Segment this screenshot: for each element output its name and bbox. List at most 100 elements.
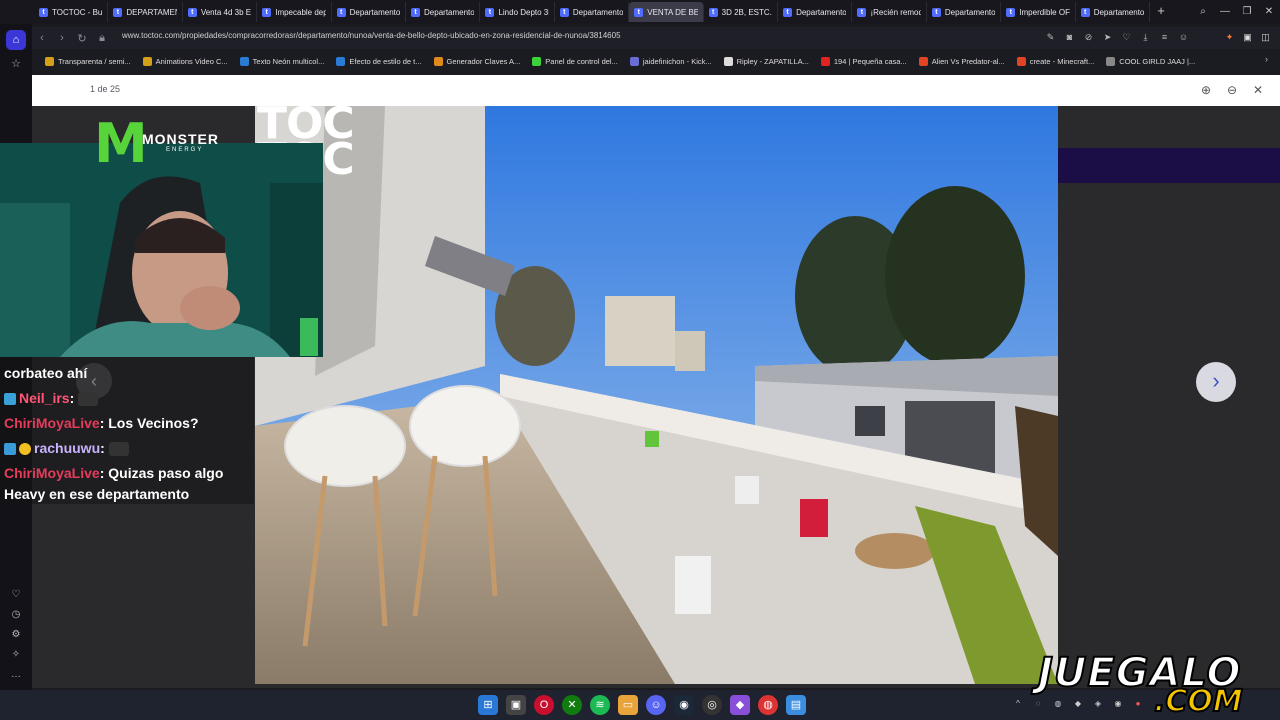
bookmark-heart-icon[interactable]: ♡	[1120, 31, 1133, 44]
steam-icon[interactable]: ◉	[674, 695, 694, 715]
header-strip	[1058, 148, 1280, 183]
chat-message: Heavy en ese departamento	[4, 486, 189, 502]
extensions: ✦ ▣ ◫	[1223, 31, 1272, 44]
url-field[interactable]: www.toctoc.com/propiedades/compracorredo…	[122, 31, 621, 40]
back-icon[interactable]: ‹	[32, 32, 52, 44]
history-icon[interactable]: ◷	[6, 606, 26, 624]
browser-tab[interactable]: t Departamento	[1076, 2, 1151, 22]
search-tabs-icon[interactable]: ⌕	[1192, 0, 1214, 24]
chat-message: Neil_irs:	[4, 390, 99, 407]
browser-tab[interactable]: t Departamento	[778, 2, 853, 22]
monster-energy-logo: M MONSTER ENERGY	[88, 115, 238, 175]
extension-box-icon[interactable]: ▣	[1241, 31, 1254, 44]
chat-message: ChiriMoyaLive: Los Vecinos?	[4, 415, 199, 431]
chat-message: ChiriMoyaLive: Quizas paso algo	[4, 465, 223, 481]
browser-tab[interactable]: tVenta 4d 3b Est	[183, 2, 258, 22]
file-explorer-icon[interactable]: ▭	[618, 695, 638, 715]
bookmark-item[interactable]: Alien Vs Predator-al...	[914, 56, 1010, 66]
browser-tab[interactable]: tDEPARTAMENTO	[108, 2, 183, 22]
minimize-icon[interactable]: —	[1214, 0, 1236, 24]
close-window-icon[interactable]: ✕	[1258, 0, 1280, 24]
camera-icon[interactable]: ◙	[1063, 31, 1076, 44]
browser-tab[interactable]: t TOCTOC - Busca	[34, 2, 109, 22]
tab-label: VENTA DE BELLO DEPTO	[647, 7, 697, 17]
browser-tab[interactable]: t¡Recién remode	[852, 2, 927, 22]
bookmark-label: Animations Video C...	[155, 56, 228, 66]
browser-tab[interactable]: t Departamento	[927, 2, 1002, 22]
browser-tab[interactable]: tVENTA DE BELLO DEPTO	[629, 2, 704, 22]
extension-puzzle-icon[interactable]: ◫	[1259, 31, 1272, 44]
tab-favicon-icon: t	[783, 7, 793, 17]
chat-text: :	[69, 390, 79, 406]
forward-icon[interactable]: ›	[52, 32, 72, 44]
tray-chevron-icon[interactable]: ^	[1012, 698, 1024, 710]
bookmark-item[interactable]: 194 | Pequeña casa...	[816, 56, 912, 66]
browser-tab[interactable]: t3D 2B, ESTC. BO	[704, 2, 779, 22]
browser-tab[interactable]: t Lindo Depto 3D	[480, 2, 555, 22]
next-photo-button[interactable]: ›	[1196, 362, 1236, 402]
tab-label: Departamento	[424, 7, 475, 17]
bookmark-favicon-icon	[918, 56, 928, 66]
bookmark-item[interactable]: Transparenta / semi...	[40, 56, 136, 66]
browser-tab[interactable]: t Departamento	[555, 2, 630, 22]
chat-text: Heavy en ese departamento	[4, 486, 190, 502]
bookmark-label: Generador Claves A...	[446, 56, 521, 66]
bookmark-item[interactable]: Panel de control del...	[527, 56, 623, 66]
tab-favicon-icon: t	[113, 7, 123, 17]
bookmark-item[interactable]: COOL GIRLD JAAJ |...	[1101, 56, 1200, 66]
menu-icon[interactable]: ≡	[1158, 31, 1171, 44]
browser-tab[interactable]: t Departamento	[406, 2, 481, 22]
more-icon[interactable]: …	[6, 666, 26, 684]
bookmark-item[interactable]: Generador Claves A...	[429, 56, 526, 66]
bookmark-item[interactable]: Animations Video C...	[138, 56, 233, 66]
edit-icon[interactable]: ✎	[1044, 31, 1057, 44]
bookmark-item[interactable]: Efecto de estilo de t...	[331, 56, 426, 66]
tab-label: ¡Recién remode	[870, 7, 920, 17]
maximize-icon[interactable]: ❐	[1236, 0, 1258, 24]
star-icon[interactable]: ☆	[6, 54, 26, 74]
profile-icon[interactable]: ☺	[1177, 31, 1190, 44]
zoom-out-icon[interactable]: ⊖	[1224, 82, 1240, 98]
browser-tab[interactable]: t Impecable dep	[257, 2, 332, 22]
bookmark-favicon-icon	[629, 56, 639, 66]
tab-favicon-icon: t	[559, 7, 569, 17]
chrome-icon[interactable]: ◍	[758, 695, 778, 715]
emote-icon	[78, 392, 99, 407]
bookmark-item[interactable]: jaidefinichon - Kick...	[625, 56, 717, 66]
bookmark-item[interactable]: Ripley - ZAPATILLA...	[719, 56, 814, 66]
xbox-icon[interactable]: ✕	[562, 695, 582, 715]
settings-icon[interactable]: ⚙	[6, 626, 26, 644]
reload-icon[interactable]: ↻	[72, 32, 92, 45]
extension-fox-icon[interactable]: ✦	[1223, 31, 1236, 44]
new-tab-icon[interactable]: +	[1154, 4, 1168, 18]
opera-taskbar-icon[interactable]: O	[534, 695, 554, 715]
bookmarks-more-icon[interactable]: ›	[1265, 54, 1268, 64]
send-icon[interactable]: ➤	[1101, 31, 1114, 44]
bookmark-favicon-icon	[1106, 56, 1116, 66]
app-icon[interactable]: ◆	[730, 695, 750, 715]
tab-favicon-icon: t	[187, 7, 197, 17]
notepad-icon[interactable]: ▤	[786, 695, 806, 715]
obs-icon[interactable]: ◎	[702, 695, 722, 715]
bookmark-item[interactable]: create - Minecraft...	[1012, 56, 1100, 66]
bookmark-item[interactable]: Texto Neón multicol...	[235, 56, 330, 66]
discord-icon[interactable]: ☺	[646, 695, 666, 715]
spotify-icon[interactable]: ≋	[590, 695, 610, 715]
close-gallery-icon[interactable]: ✕	[1250, 82, 1266, 98]
heart-icon[interactable]: ♡	[6, 586, 26, 604]
bookmark-favicon-icon	[723, 56, 733, 66]
home-icon[interactable]: ⌂	[6, 30, 26, 50]
browser-tab[interactable]: t Departamento	[332, 2, 407, 22]
vpn-icon[interactable]: ⊘	[1082, 31, 1095, 44]
lightbulb-icon[interactable]: ✧	[6, 646, 26, 664]
photo-counter: 1 de 25	[90, 84, 121, 94]
windows-start-icon[interactable]: ⊞	[478, 695, 498, 715]
property-photo: TOCTOC	[255, 106, 1058, 684]
bookmark-favicon-icon	[433, 56, 443, 66]
download-icon[interactable]: ⤓	[1139, 31, 1152, 44]
monster-sub-text: ENERGY	[166, 147, 204, 153]
zoom-in-icon[interactable]: ⊕	[1198, 82, 1214, 98]
browser-tab[interactable]: t Imperdible OF	[1001, 2, 1076, 22]
tab-favicon-icon: t	[39, 7, 48, 17]
task-view-icon[interactable]: ▣	[506, 695, 526, 715]
